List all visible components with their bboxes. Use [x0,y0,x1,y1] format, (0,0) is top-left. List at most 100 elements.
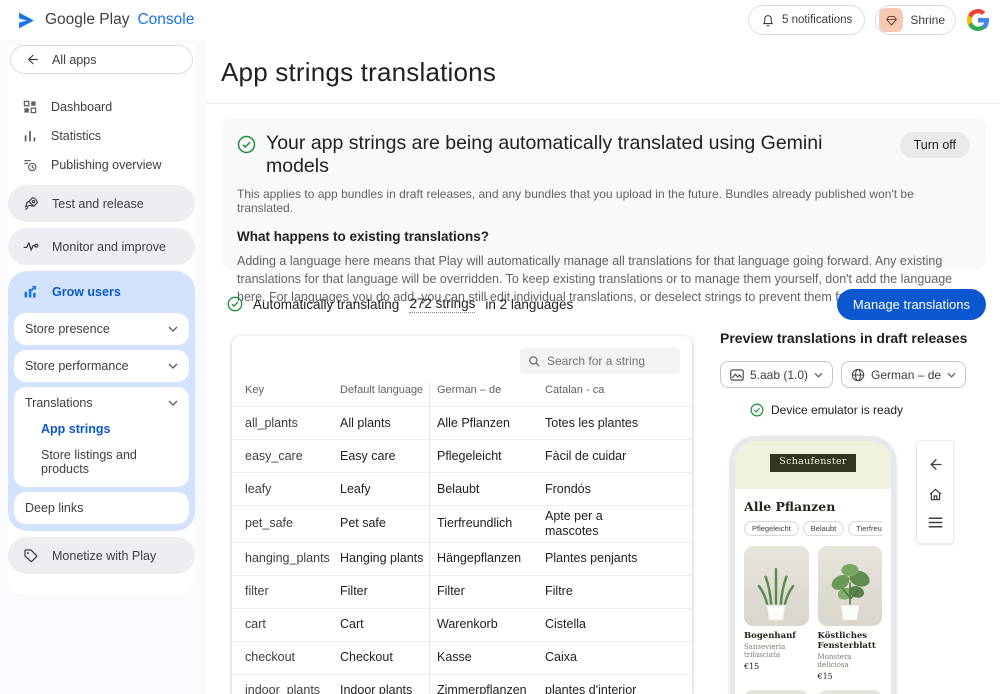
device-emulator[interactable]: Schaufenster Alle Pflanzen Pflegeleicht … [730,436,896,694]
sidebar-item-statistics[interactable]: Statistics [8,121,195,150]
table-row[interactable]: pet_safe Pet safe Tierfreundlich Apte pe… [232,505,692,542]
sidebar-item-store-listings-and-products[interactable]: Store listings and products [25,438,178,478]
table-row[interactable]: leafy Leafy Belaubt Frondós [232,472,692,505]
product-card[interactable] [744,690,809,694]
product-latin-name: Sansevieria trifasciata [744,643,809,659]
sidebar-item-label: Test and release [52,197,144,211]
emulator-heading: Alle Pflanzen [744,499,882,514]
product-card[interactable]: Bogenhanf Sansevieria trifasciata €15 [744,546,809,681]
table-row[interactable]: hanging_plants Hanging plants Hängepflan… [232,542,692,575]
cell-german: Zimmerpflanzen [437,680,545,694]
sidebar-item-translations[interactable]: Translations [25,396,178,410]
bundle-dropdown[interactable]: 5.aab (1.0) [720,361,833,388]
sidebar-column: All apps Dashboard Statistics Publishing… [0,40,206,694]
product-card[interactable]: Köstliches Fensterblatt Monstera delicio… [818,546,883,681]
column-header-default-language: Default language [340,384,437,396]
sidebar-item-label: Store performance [25,359,129,373]
product-price: €15 [744,662,809,671]
emulator-back-button[interactable] [927,456,944,473]
notifications-label: 5 notifications [782,14,852,26]
all-apps-button[interactable]: All apps [10,45,193,74]
status-prefix: Automatically translating [253,297,399,312]
banner-question: What happens to existing translations? [237,229,970,244]
play-console-logo[interactable]: Google Play Console [16,10,194,31]
cell-catalan: Totes les plantes [545,413,663,434]
sidebar-item-grow-users[interactable]: Grow users [14,275,189,308]
banner-subtitle: This applies to app bundles in draft rel… [237,187,970,215]
plant-image-snake-plant [744,546,809,626]
cell-key: easy_care [245,446,340,467]
sidebar-item-label: Publishing overview [51,158,161,172]
product-name: Bogenhanf [744,631,809,641]
cell-default: Cart [340,614,437,635]
google-account-icon[interactable] [966,8,990,32]
product-latin-name: Monstera deliciosa [818,653,883,669]
search-input[interactable] [547,354,667,368]
sidebar-item-test-and-release[interactable]: Test and release [8,185,195,222]
cell-key: filter [245,581,340,602]
cell-key: pet_safe [245,513,340,534]
table-row[interactable]: cart Cart Warenkorb Cistella [232,608,692,641]
language-value: German – de [871,368,941,382]
cell-catalan: Apte per a mascotes [545,506,663,542]
cell-german: Tierfreundlich [437,513,545,534]
manage-translations-button[interactable]: Manage translations [837,289,986,320]
turn-off-button[interactable]: Turn off [900,132,970,158]
plant-image-monstera [818,546,883,626]
table-header: Key Default language German – de Catalan… [232,384,692,396]
filter-chip[interactable]: Belaubt [803,521,844,536]
cell-key: checkout [245,647,340,668]
table-row[interactable]: filter Filter Filter Filtre [232,575,692,608]
rocket-icon [22,195,39,212]
gemini-translation-banner: Your app strings are being automatically… [221,118,986,270]
sidebar-item-store-presence[interactable]: Store presence [14,313,189,345]
emulator-home-button[interactable] [927,486,944,503]
check-circle-icon [227,296,243,312]
table-row[interactable]: easy_care Easy care Pflegeleicht Fàcil d… [232,439,692,472]
sidebar-item-app-strings[interactable]: App strings [25,410,178,438]
sidebar-item-store-performance[interactable]: Store performance [14,350,189,382]
cell-default: Leafy [340,479,437,500]
language-dropdown[interactable]: German – de [841,361,966,388]
emulator-toolbar [916,440,954,544]
column-header-german: German – de [437,384,545,396]
cell-german: Pflegeleicht [437,446,545,467]
cell-german: Filter [437,581,545,602]
check-circle-icon [750,403,764,417]
cell-german: Hängepflanzen [437,548,545,569]
product-name: Köstliches Fensterblatt [818,631,883,651]
bundle-icon [730,369,744,381]
notifications-button[interactable]: 5 notifications [748,5,865,35]
cell-default: Checkout [340,647,437,668]
chevron-down-icon [814,372,823,378]
table-row[interactable]: indoor_plants Indoor plants Zimmerpflanz… [232,674,692,694]
sidebar-item-monitor-and-improve[interactable]: Monitor and improve [8,228,195,265]
product-price: €15 [818,672,883,681]
sidebar-item-label: Dashboard [51,100,112,114]
sidebar-item-monetize-with-play[interactable]: Monetize with Play [8,537,195,574]
filter-chip[interactable]: Tierfreundlich [848,521,882,536]
cell-catalan: Plantes penjants [545,548,663,569]
cell-key: hanging_plants [245,548,340,569]
sidebar-item-label: Monitor and improve [52,240,166,254]
emulator-status: Device emulator is ready [750,403,990,417]
product-card[interactable] [818,690,883,694]
table-row[interactable]: checkout Checkout Kasse Caixa [232,641,692,674]
sidebar-item-deep-links[interactable]: Deep links [14,492,189,524]
cell-key: cart [245,614,340,635]
filter-chip[interactable]: Pflegeleicht [744,521,799,536]
app-name-label: Shrine [910,13,945,27]
sidebar-item-publishing-overview[interactable]: Publishing overview [8,150,195,179]
bundle-value: 5.aab (1.0) [750,368,808,382]
strings-table-card: Key Default language German – de Catalan… [232,336,692,694]
cell-key: all_plants [245,413,340,434]
app-switcher-button[interactable]: Shrine [875,5,956,35]
dashboard-icon [22,99,38,115]
strings-count[interactable]: 272 strings [409,296,475,313]
table-row[interactable]: all_plants All plants Alle Pflanzen Tote… [232,406,692,439]
cell-catalan: Fàcil de cuidar [545,446,663,467]
divider [206,103,1000,104]
emulator-menu-button[interactable] [927,516,944,529]
sidebar-item-dashboard[interactable]: Dashboard [8,92,195,121]
page-title: App strings translations [221,57,496,88]
